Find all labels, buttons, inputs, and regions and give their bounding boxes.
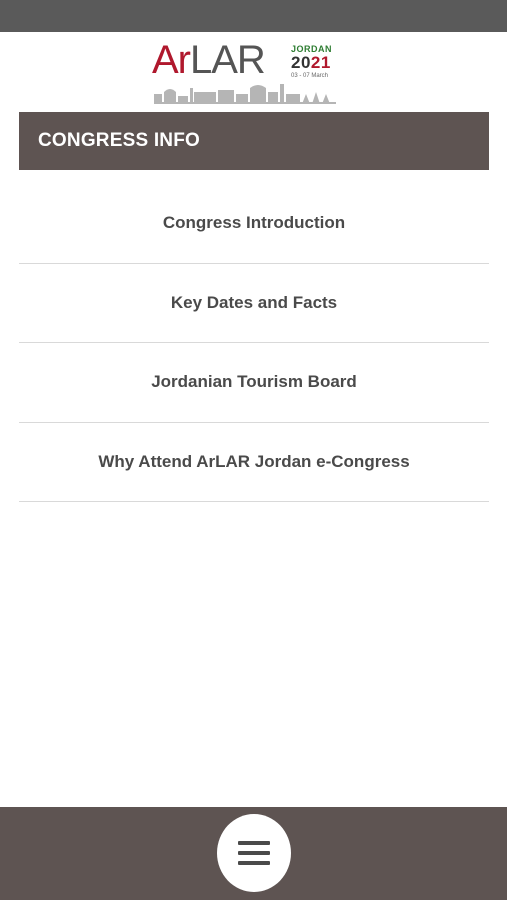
- logo-wordmark: ArLAR: [152, 38, 266, 82]
- status-bar: [0, 0, 507, 32]
- section-title: CONGRESS INFO: [38, 130, 201, 151]
- menu-item-why-attend[interactable]: Why Attend ArLAR Jordan e-Congress: [19, 423, 489, 502]
- menu-item-congress-introduction[interactable]: Congress Introduction: [19, 184, 489, 264]
- menu-item-key-dates-and-facts[interactable]: Key Dates and Facts: [19, 264, 489, 343]
- menu-button[interactable]: [217, 814, 291, 892]
- menu-item-label: Jordanian Tourism Board: [151, 372, 357, 392]
- logo-dates: 03 - 07 March: [291, 73, 329, 79]
- logo-side-text: JORDAN 2021 03 - 07 March: [291, 44, 351, 80]
- menu-item-label: Why Attend ArLAR Jordan e-Congress: [98, 451, 410, 471]
- skyline-icon: [154, 84, 336, 104]
- section-header: CONGRESS INFO: [19, 112, 489, 170]
- logo-lar: LAR: [190, 38, 266, 82]
- menu-item-jordanian-tourism-board[interactable]: Jordanian Tourism Board: [19, 343, 489, 423]
- logo-year-a: 20: [291, 53, 311, 72]
- menu-item-label: Key Dates and Facts: [170, 292, 338, 312]
- logo-year-b: 21: [310, 53, 331, 72]
- congress-info-menu: Congress Introduction Key Dates and Fact…: [19, 184, 489, 502]
- arlar-jordan-2021-logo: ArLAR JORDAN 2021 03 - 07 March: [150, 38, 350, 106]
- menu-item-label: Congress Introduction: [162, 213, 346, 233]
- hamburger-menu-icon: [238, 841, 270, 865]
- logo-ar: Ar: [152, 38, 191, 82]
- logo-year: 2021: [291, 54, 351, 72]
